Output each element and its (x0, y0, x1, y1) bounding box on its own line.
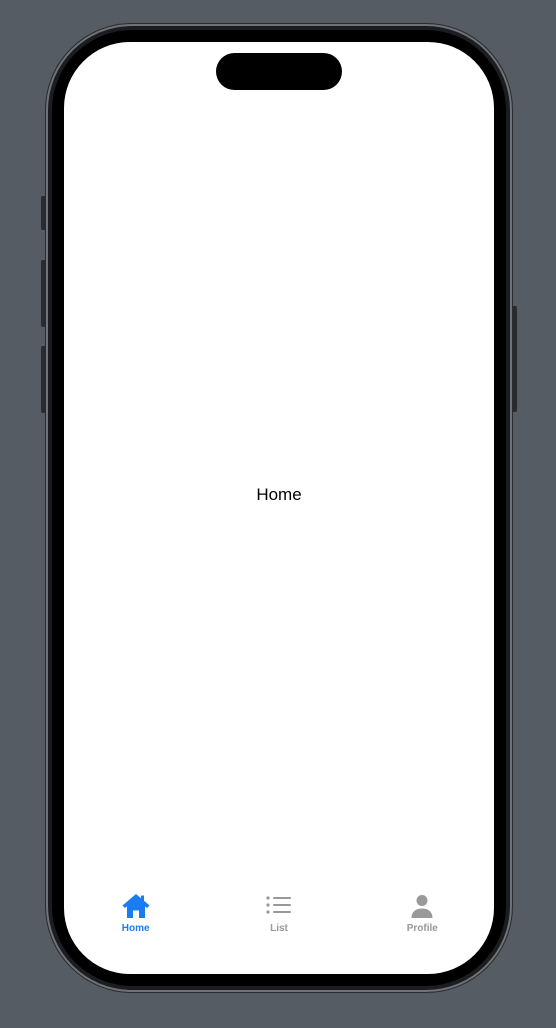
tab-profile-label: Profile (406, 923, 438, 934)
volume-up-button (41, 260, 46, 327)
phone-screen: Home Home List Profile (64, 42, 494, 974)
tab-profile[interactable]: Profile (351, 892, 494, 942)
person-icon (407, 892, 437, 920)
tab-home[interactable]: Home (64, 892, 207, 942)
action-button (41, 196, 46, 230)
volume-down-button (41, 346, 46, 413)
dynamic-island (216, 53, 342, 90)
list-bullet-icon (264, 892, 294, 920)
simulator-stage: Home Home List Profile (0, 0, 556, 1028)
tab-list-label: List (270, 923, 288, 934)
house-icon (121, 892, 151, 920)
home-screen-title: Home (256, 485, 302, 504)
tab-home-label: Home (121, 923, 150, 934)
tab-bar: Home List Profile (64, 892, 494, 942)
tab-list[interactable]: List (207, 892, 350, 942)
power-button (512, 306, 517, 412)
